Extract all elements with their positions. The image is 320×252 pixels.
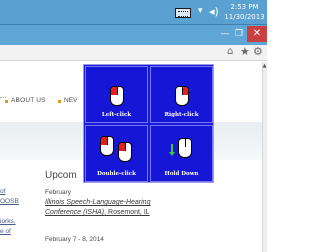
down-arrow-icon bbox=[169, 144, 175, 156]
mouse-right-click-icon bbox=[175, 86, 189, 106]
mouse-right-button bbox=[182, 87, 188, 95]
left-column-link[interactable]: OOSB bbox=[0, 198, 19, 205]
event-date: February bbox=[45, 189, 72, 196]
nav-link-about-us[interactable]: ABOUT US bbox=[11, 97, 46, 104]
event-location: , Rosemont, IL bbox=[104, 209, 150, 216]
clock-time: 2:53 PM bbox=[230, 3, 259, 11]
hold-down-tile[interactable]: Hold Down bbox=[150, 125, 213, 182]
mouse-hold-down-icon bbox=[178, 138, 192, 158]
mouse-left-button bbox=[101, 137, 107, 145]
close-icon[interactable]: ✕ bbox=[247, 26, 267, 42]
event-link[interactable]: Illinois Speech-Language-Hearing bbox=[45, 199, 150, 206]
event-date: February 7 - 8, 2014 bbox=[45, 236, 104, 243]
tile-label: Left-click bbox=[101, 112, 132, 118]
chevron-up-icon[interactable]: ▾ bbox=[198, 6, 203, 16]
browser-toolbar: ⌂ ★ ⚙ bbox=[0, 45, 267, 61]
gear-icon[interactable]: ⚙ bbox=[253, 45, 263, 58]
left-column-link[interactable]: iorks, bbox=[0, 218, 16, 225]
tile-label: Hold Down bbox=[164, 171, 199, 177]
event-link-line2[interactable]: Conference (ISHA), Rosemont, IL bbox=[45, 209, 150, 216]
window-title-bar: — ❐ ✕ bbox=[0, 25, 267, 45]
keyboard-icon[interactable] bbox=[175, 8, 191, 18]
tile-label: Right-click bbox=[164, 112, 199, 118]
clock-date: 11/30/2013 bbox=[224, 13, 265, 21]
nav-link-news[interactable]: NEV bbox=[64, 97, 77, 104]
left-column-link[interactable]: e of bbox=[0, 228, 11, 235]
mouse-left-click-icon bbox=[110, 86, 124, 106]
mouse-left-button bbox=[119, 143, 125, 151]
vertical-scrollbar[interactable] bbox=[262, 62, 267, 252]
tile-label: Double-click bbox=[97, 171, 136, 177]
minimize-icon[interactable]: — bbox=[219, 28, 231, 40]
left-click-tile[interactable]: Left-click bbox=[85, 66, 148, 123]
nav-bullet bbox=[5, 100, 8, 103]
event-title-line2[interactable]: Conference (ISHA) bbox=[45, 209, 104, 216]
speaker-icon[interactable]: ◂) bbox=[209, 5, 219, 18]
nav-bullet bbox=[58, 100, 61, 103]
double-click-tile[interactable]: Double-click bbox=[85, 125, 148, 182]
home-icon[interactable]: ⌂ bbox=[227, 46, 233, 57]
mouse-click-panel: Left-click Right-click Double-click Hold… bbox=[83, 64, 214, 183]
mouse-double-click-icon bbox=[118, 142, 132, 162]
right-click-tile[interactable]: Right-click bbox=[150, 66, 213, 123]
scroll-up-icon[interactable]: ▲ bbox=[262, 63, 267, 69]
mouse-left-button bbox=[111, 87, 117, 95]
section-title-upcoming: Upcom bbox=[45, 170, 77, 181]
clock[interactable]: 2:53 PM 11/30/2013 bbox=[222, 2, 267, 22]
star-icon[interactable]: ★ bbox=[240, 45, 250, 58]
maximize-icon[interactable]: ❐ bbox=[233, 28, 245, 40]
taskbar: ▾ ◂) 2:53 PM 11/30/2013 bbox=[0, 0, 267, 25]
left-column-link[interactable]: of bbox=[0, 188, 5, 195]
mouse-double-click-icon bbox=[100, 136, 114, 156]
